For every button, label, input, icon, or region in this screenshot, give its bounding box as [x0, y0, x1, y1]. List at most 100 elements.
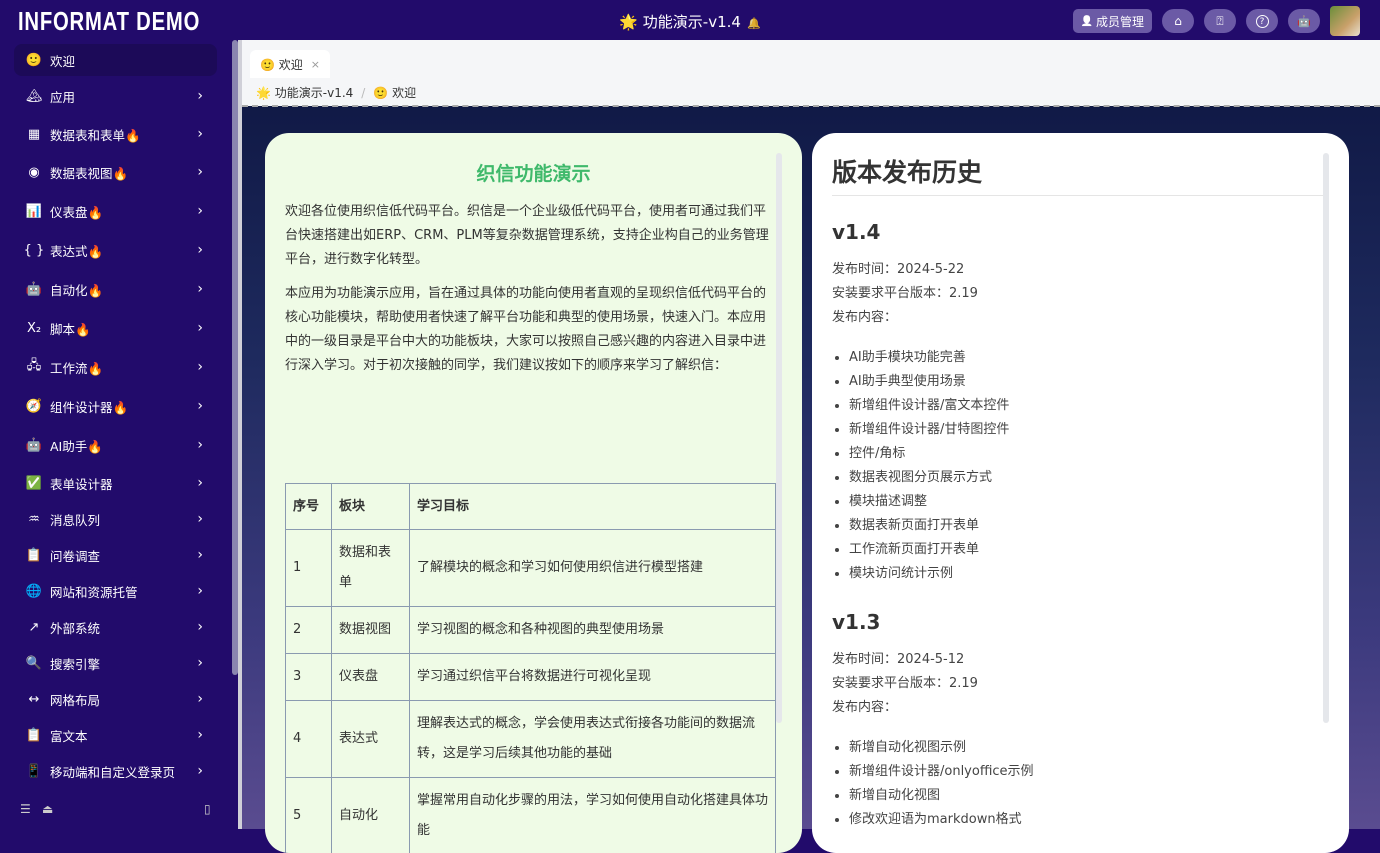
sidebar-item[interactable]: 📋问卷调查›: [14, 539, 217, 571]
sidebar-item-label: 富文本: [50, 726, 88, 745]
table-cell: 5: [286, 778, 332, 853]
release-content-label: 发布内容：: [832, 696, 1349, 720]
intro-paragraph-1: 欢迎各位使用织信低代码平台。织信是一个企业级低代码平台，使用者可通过我们平台快速…: [265, 200, 802, 272]
sidebar-item[interactable]: 🤖AI助手🔥›: [14, 429, 217, 461]
release-date: 发布时间：2024-5-12: [832, 648, 1349, 672]
sidebar-item-label: 组件设计器🔥: [50, 397, 128, 416]
sidebar-item-label: 工作流🔥: [50, 358, 103, 377]
learning-table: 序号板块学习目标 1数据和表单了解模块的概念和学习如何使用织信进行模型搭建2数据…: [285, 483, 776, 853]
sidebar-item[interactable]: 📋富文本›: [14, 719, 217, 751]
sidebar-item[interactable]: ↗外部系统›: [14, 611, 217, 643]
chevron-right-icon: ›: [197, 691, 203, 707]
menu-icon[interactable]: ☰: [20, 802, 31, 816]
help-icon: ?: [1256, 15, 1269, 28]
chevron-right-icon: ›: [197, 359, 203, 375]
chevron-right-icon: ›: [197, 727, 203, 743]
chevron-right-icon: ›: [197, 655, 203, 671]
release-item: 修改欢迎语为markdown格式: [849, 808, 1349, 832]
menu-item-icon: 🌐: [14, 584, 50, 599]
home-button[interactable]: ⌂: [1162, 9, 1194, 33]
user-avatar[interactable]: [1330, 6, 1360, 36]
release-item: 新增自动化视图: [849, 784, 1349, 808]
help-button[interactable]: ?: [1246, 9, 1278, 33]
platform-requirement: 安装要求平台版本：2.19: [832, 282, 1349, 306]
user-icon: 👤: [1081, 16, 1093, 27]
chevron-right-icon: ›: [197, 281, 203, 297]
sidebar-item[interactable]: 🖧工作流🔥 ›: [14, 351, 217, 383]
menu-item-icon: X₂: [14, 321, 50, 336]
bell-icon[interactable]: 🔔: [747, 17, 761, 30]
sidebar-item-label: 消息队列: [50, 510, 100, 529]
release-item: 新增自动化视图示例: [849, 736, 1349, 760]
release-item: 新增组件设计器/甘特图控件: [849, 418, 1349, 442]
release-scrollbar[interactable]: [1323, 153, 1329, 723]
table-cell: 掌握常用自动化步骤的用法，学习如何使用自动化搭建具体功能: [410, 778, 776, 853]
sidebar-item[interactable]: X₂脚本🔥›: [14, 312, 217, 344]
sidebar-item-label: 表达式🔥: [50, 241, 103, 260]
feedback-button[interactable]: ⍰: [1204, 9, 1236, 33]
menu-item-icon: ♒: [14, 512, 50, 527]
menu-item-icon: 📋: [14, 548, 50, 563]
member-management-button[interactable]: 👤成员管理: [1073, 9, 1152, 33]
table-row: 1数据和表单了解模块的概念和学习如何使用织信进行模型搭建: [286, 530, 776, 607]
sidebar-item-label: 搜索引擎: [50, 654, 100, 673]
sidebar-item-label: 数据表视图🔥: [50, 163, 128, 182]
sidebar-item[interactable]: 📊仪表盘🔥›: [14, 195, 217, 227]
menu-item-icon: 🖧: [14, 356, 50, 378]
release-item: 工作流新页面打开表单: [849, 538, 1349, 562]
sidebar-item-label: 自动化🔥: [50, 280, 103, 299]
sidebar-item[interactable]: 🧭组件设计器🔥›: [14, 390, 217, 422]
sidebar-item[interactable]: ↔网格布局›: [14, 683, 217, 715]
sidebar-item[interactable]: 🤖自动化🔥 ›: [14, 273, 217, 305]
menu-item-icon: ▦: [14, 127, 50, 142]
breadcrumb: 🌟 功能演示-v1.4/🙂 欢迎: [256, 84, 416, 101]
sidebar-item[interactable]: 📱移动端和自定义登录页›: [14, 755, 217, 787]
menu-item-icon: 🧭: [14, 399, 50, 414]
release-item: 控件/角标: [849, 442, 1349, 466]
sidebar-item[interactable]: ▦数据表和表单🔥›: [14, 118, 217, 150]
table-cell: 学习视图的概念和各种视图的典型使用场景: [410, 607, 776, 654]
sidebar-item[interactable]: 🏔应用›: [14, 80, 217, 112]
version-section: v1.3 发布时间：2024-5-12安装要求平台版本：2.19发布内容： 新增…: [812, 610, 1349, 832]
menu-item-icon: 📱: [14, 764, 50, 779]
sidebar-item[interactable]: ◉数据表视图🔥›: [14, 156, 217, 188]
breadcrumb-app[interactable]: 🌟 功能演示-v1.4: [256, 86, 353, 100]
menu-item-icon: 🤖: [14, 282, 50, 297]
close-icon[interactable]: ×: [311, 58, 320, 71]
menu-item-icon: 📊: [14, 204, 50, 219]
version-heading: v1.3: [832, 610, 1349, 634]
table-cell: 理解表达式的概念，学会使用表达式衔接各功能间的数据流转，这是学习后续其他功能的基…: [410, 701, 776, 778]
collapse-sidebar-icon[interactable]: ▯: [204, 802, 211, 816]
sidebar-item[interactable]: { }表达式🔥›: [14, 234, 217, 266]
content-area: 🙂 欢迎× 🌟 功能演示-v1.4/🙂 欢迎 织信功能演示 欢迎各位使用织信低代…: [238, 40, 1380, 829]
tab-welcome[interactable]: 🙂 欢迎×: [250, 50, 330, 78]
sidebar-item[interactable]: 🌐网站和资源托管›: [14, 575, 217, 607]
feedback-icon: ⍰: [1216, 14, 1223, 29]
sidebar-item[interactable]: ✅表单设计器›: [14, 467, 217, 499]
release-item: 模块描述调整: [849, 490, 1349, 514]
menu-item-icon: ◉: [14, 165, 50, 180]
sidebar-item-label: 应用: [50, 87, 75, 106]
chevron-right-icon: ›: [197, 203, 203, 219]
member-management-label: 成员管理: [1096, 13, 1144, 30]
table-cell: 数据视图: [332, 607, 410, 654]
ai-assistant-button[interactable]: 🤖: [1288, 9, 1320, 33]
release-item: 数据表视图分页展示方式: [849, 466, 1349, 490]
home-icon: ⌂: [1174, 14, 1182, 28]
col-header: 序号: [286, 484, 332, 530]
intro-scrollbar[interactable]: [776, 153, 782, 723]
sidebar-item-label: 外部系统: [50, 618, 100, 637]
sidebar: ☰ ⏏ ▯ 🙂欢迎🏔应用›▦数据表和表单🔥›◉数据表视图🔥›📊仪表盘🔥›{ }表…: [0, 40, 238, 829]
menu-item-icon: 🔍: [14, 656, 50, 671]
intro-paragraph-2: 本应用为功能演示应用，旨在通过具体的功能向使用者直观的呈现织信低代码平台的核心功…: [265, 282, 802, 378]
menu-item-icon: ✅: [14, 476, 50, 491]
intro-card: 织信功能演示 欢迎各位使用织信低代码平台。织信是一个企业级低代码平台，使用者可通…: [265, 133, 802, 853]
sidebar-item-label: 移动端和自定义登录页: [50, 762, 175, 781]
sidebar-item[interactable]: 🔍搜索引擎 ›: [14, 647, 217, 679]
sidebar-item-label: 欢迎: [50, 51, 75, 70]
eject-icon[interactable]: ⏏: [42, 802, 53, 816]
breadcrumb-page: 🙂 欢迎: [373, 86, 416, 100]
sidebar-item[interactable]: ♒消息队列›: [14, 503, 217, 535]
resize-handle[interactable]: [238, 40, 242, 829]
sidebar-item[interactable]: 🙂欢迎: [14, 44, 217, 76]
